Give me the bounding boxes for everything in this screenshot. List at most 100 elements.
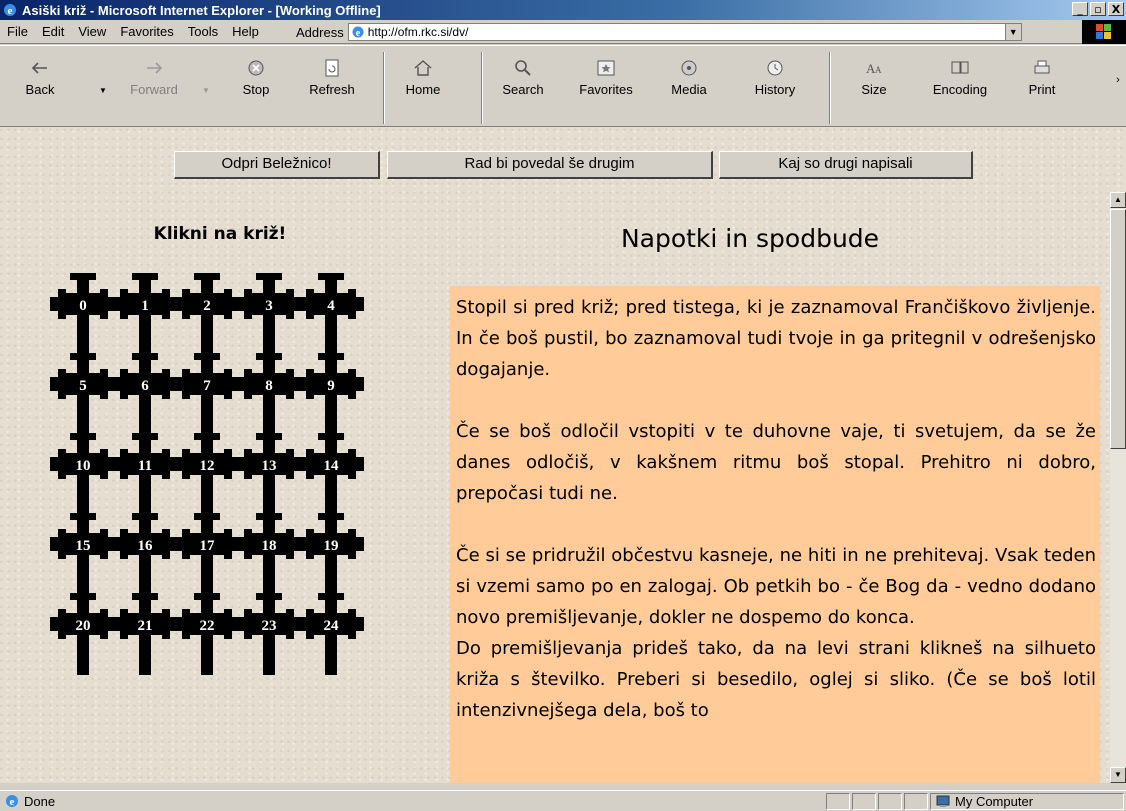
media-button[interactable]: Media xyxy=(664,50,714,125)
status-pane-3 xyxy=(878,793,902,810)
scroll-down-button[interactable]: ▼ xyxy=(1110,767,1126,783)
print-button[interactable]: Print xyxy=(1022,50,1062,125)
tell-others-button[interactable]: Rad bi povedal še drugim xyxy=(387,151,713,179)
cross-number: 10 xyxy=(76,458,91,474)
cross-number: 2 xyxy=(203,298,211,314)
cross-9[interactable]: 9 xyxy=(298,353,373,435)
encoding-icon xyxy=(951,61,969,74)
home-label: Home xyxy=(405,82,441,97)
page-content: Odpri Beležnico! Rad bi povedal še drugi… xyxy=(0,127,1126,783)
print-icon xyxy=(1034,60,1050,74)
forward-button[interactable]: Forward xyxy=(126,50,182,125)
window-title: Asiški križ - Microsoft Internet Explore… xyxy=(22,2,381,18)
cross-silhouette-icon: 11 xyxy=(112,433,178,515)
menu-help[interactable]: Help xyxy=(225,24,266,39)
cross-silhouette-icon: 20 xyxy=(50,593,116,675)
click-cross-label: Klikni na križ! xyxy=(153,224,287,244)
history-icon xyxy=(767,60,783,76)
encoding-button[interactable]: Encoding xyxy=(922,50,998,125)
cross-silhouette-icon: 0 xyxy=(50,273,116,355)
standard-toolbar: Back ▼ Forward ▼ Stop Refresh Home Searc… xyxy=(0,45,1126,127)
cross-silhouette-icon: 19 xyxy=(298,513,364,595)
menu-file[interactable]: File xyxy=(0,24,35,39)
cross-number: 8 xyxy=(265,378,273,394)
scroll-thumb[interactable] xyxy=(1110,209,1126,449)
svg-text:e: e xyxy=(355,28,360,39)
status-bar: e Done My Computer xyxy=(0,790,1126,811)
cross-number: 0 xyxy=(79,298,87,314)
my-computer-icon xyxy=(936,795,950,807)
menu-edit[interactable]: Edit xyxy=(35,24,71,39)
address-dropdown-button[interactable]: ▼ xyxy=(1004,23,1022,41)
back-arrow-icon xyxy=(31,62,47,74)
back-dropdown[interactable]: ▼ xyxy=(96,86,110,96)
open-notebook-button[interactable]: Odpri Beležnico! xyxy=(174,151,380,179)
toolbar-more-chevron[interactable]: › xyxy=(1112,74,1124,86)
back-button[interactable]: Back xyxy=(20,50,60,125)
cross-silhouette-icon: 8 xyxy=(236,353,302,435)
address-bar: Address e http://ofm.rkc.si/dv/ ▼ xyxy=(296,22,1126,42)
forward-label: Forward xyxy=(130,82,178,97)
close-button[interactable]: X xyxy=(1108,2,1124,16)
print-label: Print xyxy=(1028,82,1056,97)
security-zone: My Computer xyxy=(930,793,1124,810)
cross-number: 17 xyxy=(200,538,216,554)
address-input[interactable]: e http://ofm.rkc.si/dv/ xyxy=(347,23,1006,41)
cross-number: 22 xyxy=(200,618,215,634)
menu-favorites[interactable]: Favorites xyxy=(113,24,180,39)
windows-logo-icon xyxy=(1082,20,1126,44)
ie-logo-icon: e xyxy=(4,4,16,17)
cross-silhouette-icon: 6 xyxy=(112,353,178,435)
cross-4[interactable]: 4 xyxy=(298,273,373,355)
cross-silhouette-icon: 23 xyxy=(236,593,302,675)
search-button[interactable]: Search xyxy=(496,50,550,125)
home-button[interactable]: Home xyxy=(397,50,449,125)
forward-dropdown[interactable]: ▼ xyxy=(199,86,213,96)
maximize-button[interactable]: ▫ xyxy=(1090,2,1106,16)
stop-button[interactable]: Stop xyxy=(232,50,280,125)
history-button[interactable]: History xyxy=(746,50,804,125)
cross-number: 7 xyxy=(203,378,211,394)
status-text: Done xyxy=(24,793,56,809)
cross-14[interactable]: 14 xyxy=(298,433,373,515)
text-size-icon: AA xyxy=(866,61,882,76)
what-others-wrote-button[interactable]: Kaj so drugi napisali xyxy=(719,151,973,179)
cross-number: 19 xyxy=(324,538,339,554)
cross-number: 4 xyxy=(327,298,335,314)
paragraph-3: Če si se pridružil občestvu kasneje, ne … xyxy=(456,545,1096,628)
cross-number: 13 xyxy=(262,458,277,474)
cross-silhouette-icon: 7 xyxy=(174,353,240,435)
cross-number: 16 xyxy=(138,538,154,554)
menu-tools[interactable]: Tools xyxy=(181,24,225,39)
page-icon: e xyxy=(352,26,364,39)
menu-view[interactable]: View xyxy=(71,24,113,39)
cross-silhouette-icon: 4 xyxy=(298,273,364,355)
refresh-icon xyxy=(325,59,339,77)
cross-number: 1 xyxy=(141,298,149,314)
search-label: Search xyxy=(502,82,544,97)
cross-number: 9 xyxy=(327,378,335,394)
vertical-scrollbar[interactable]: ▲ ▼ xyxy=(1110,192,1126,783)
cross-number: 21 xyxy=(138,618,153,634)
cross-24[interactable]: 24 xyxy=(298,593,373,675)
cross-number: 24 xyxy=(324,618,340,634)
paragraph-4: Do premišljevanja prideš tako, da na lev… xyxy=(456,638,1096,721)
favorites-button[interactable]: Favorites xyxy=(570,50,642,125)
cross-19[interactable]: 19 xyxy=(298,513,373,595)
scroll-up-button[interactable]: ▲ xyxy=(1110,192,1126,208)
cross-silhouette-icon: 10 xyxy=(50,433,116,515)
home-icon xyxy=(414,60,432,76)
address-label: Address xyxy=(296,24,344,40)
size-button[interactable]: AA Size xyxy=(852,50,896,125)
cross-grid: 0 1 2 3 4 5 6 7 8 9 10 11 12 13 14 15 16 17 18 19 20 21 22 23 24 xyxy=(50,273,385,675)
cross-number: 20 xyxy=(76,618,91,634)
refresh-button[interactable]: Refresh xyxy=(300,50,364,125)
cross-number: 11 xyxy=(138,458,152,474)
cross-number: 3 xyxy=(265,298,273,314)
status-pane-2 xyxy=(852,793,876,810)
cross-silhouette-icon: 9 xyxy=(298,353,364,435)
cross-silhouette-icon: 15 xyxy=(50,513,116,595)
stop-icon xyxy=(248,60,264,76)
minimize-button[interactable]: _ xyxy=(1072,2,1088,16)
cross-silhouette-icon: 18 xyxy=(236,513,302,595)
